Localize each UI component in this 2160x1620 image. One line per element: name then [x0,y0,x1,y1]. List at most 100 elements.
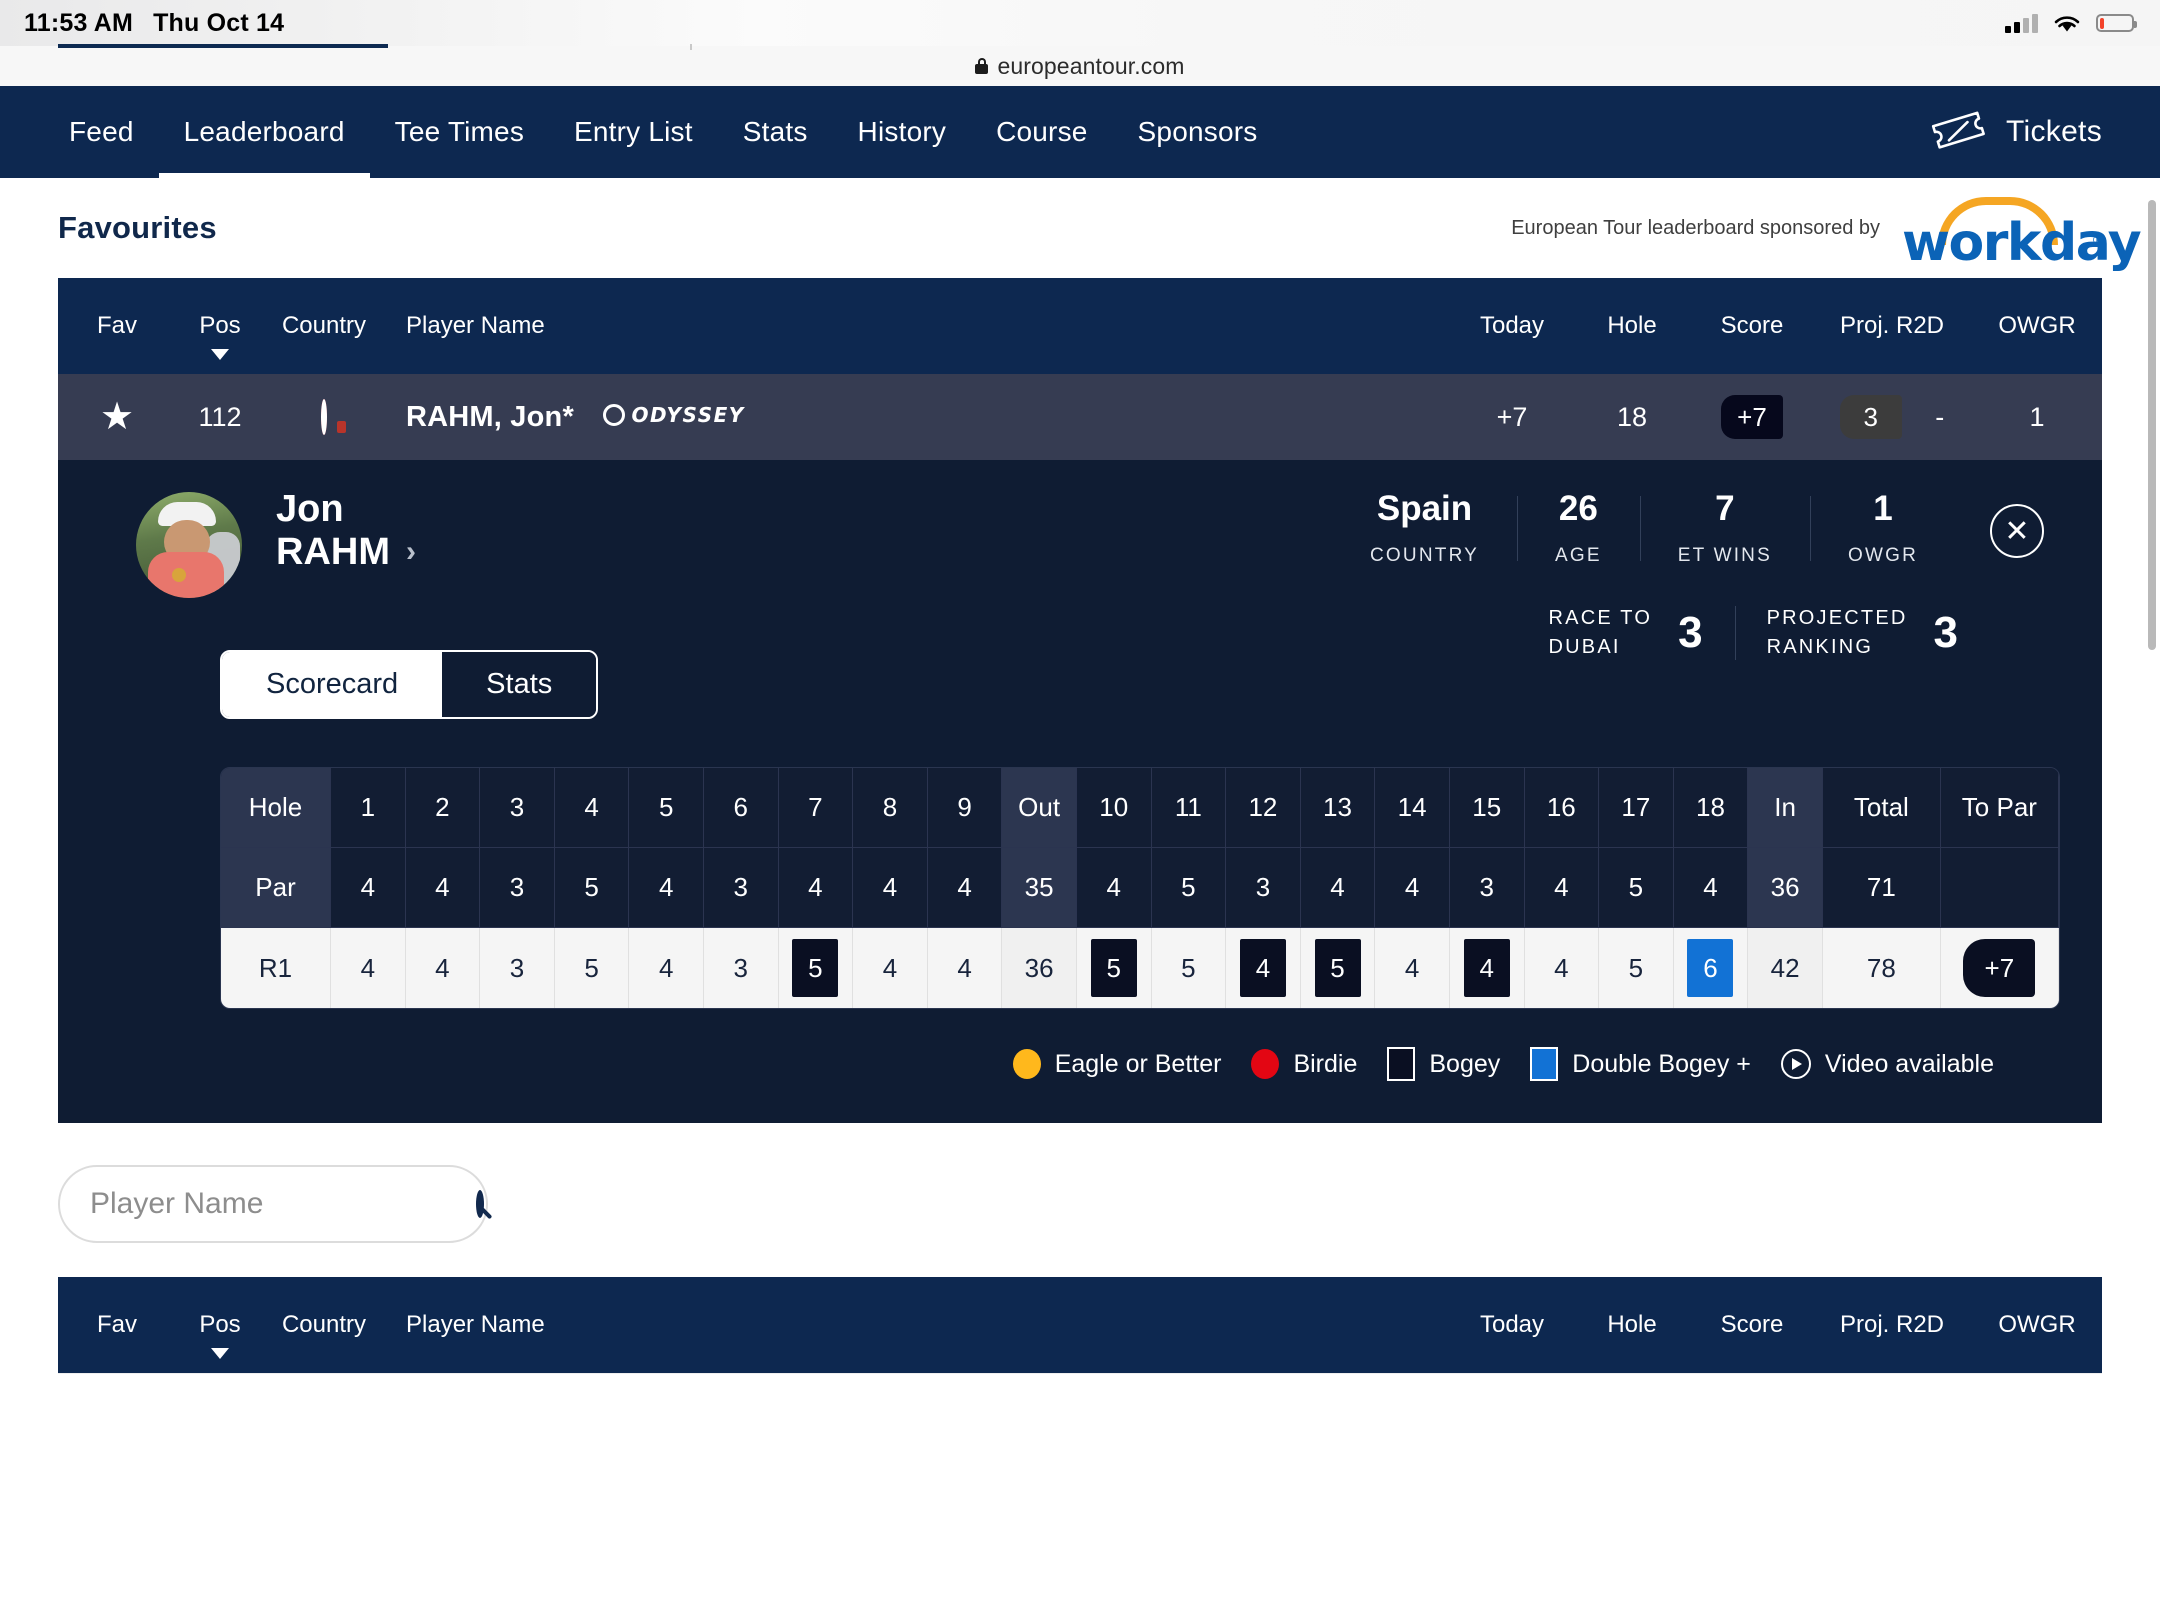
scorecard-stats-toggle: Scorecard Stats [220,650,599,719]
shirt-graphic [148,552,224,598]
favourite-star-button[interactable]: ★ [58,398,176,436]
nav-item-leaderboard[interactable]: Leaderboard [158,86,370,178]
scorecard-r1-cell[interactable]: 4 [1449,928,1525,1008]
scorecard-legend: Eagle or Better Birdie Bogey Double Boge… [58,1047,1994,1081]
tab-scorecard[interactable]: Scorecard [222,652,443,717]
header-country-2[interactable]: Country [264,1311,384,1339]
nav-item-tee-times[interactable]: Tee Times [370,86,549,178]
search-box[interactable] [58,1165,488,1243]
scorecard-r1-cell[interactable]: 5 [1599,928,1674,1008]
search-input[interactable] [90,1187,476,1221]
search-icon[interactable] [476,1190,484,1218]
scorecard-r1-cell[interactable]: 4 [1524,928,1600,1008]
nav-item-sponsors[interactable]: Sponsors [1113,86,1283,178]
rank-projected-ranking: PROJECTED RANKING 3 [1734,604,1990,662]
scorecard-r1-row: R1 4 4 3 5 4 3 5 4 4 36 5 5 4 5 4 4 4 5 6 42 78 +7 [221,928,2059,1008]
header-owgr-2[interactable]: OWGR [1972,1311,2102,1339]
header-fav[interactable]: Fav [58,312,176,340]
player-name-cell[interactable]: RAHM, Jon* ODYSSEY [384,401,1452,434]
scorecard-r1-cell[interactable]: 5 [554,928,630,1008]
scorecard-hole-cell: 9 [927,768,1003,848]
close-circle-icon[interactable]: ✕ [1990,504,2044,559]
bogey-marker: 5 [1314,939,1361,997]
rank-label-line1: RACE TO [1548,607,1653,629]
scorecard-r1-cell[interactable]: 4 [927,928,1003,1008]
scorecard-r1-cell[interactable]: 78 [1822,928,1941,1008]
rank-value: 3 [1933,608,1958,657]
next-row-peek [58,1373,2102,1413]
url-text: europeantour.com [997,52,1185,79]
star-filled-icon: ★ [99,396,135,438]
leaderboard-card: Fav Pos Country Player Name Today Hole S… [58,278,2102,1123]
scorecard-r1-cell[interactable]: 36 [1002,928,1077,1008]
scorecard-r1-cell[interactable]: 4 [331,928,406,1008]
stat-age: 26 AGE [1517,489,1640,567]
header-hole-2[interactable]: Hole [1572,1311,1692,1339]
scorecard-r1-cell[interactable]: 3 [703,928,779,1008]
scorecard-r1-cell[interactable]: 6 [1673,928,1749,1008]
nav-item-course[interactable]: Course [971,86,1112,178]
scorecard-par-cell: 4 [331,848,406,928]
leaderboard-header-row: Fav Pos Country Player Name Today Hole S… [58,278,2102,374]
header-proj-r2d[interactable]: Proj. R2D [1812,312,1972,340]
avatar [136,492,242,598]
scorecard-r1-cell[interactable]: 5 [1300,928,1376,1008]
header-proj-r2d-2[interactable]: Proj. R2D [1812,1311,1972,1339]
scorecard-par-cell: 3 [480,848,555,928]
scorecard-r1-cell[interactable]: 3 [480,928,555,1008]
scorecard-r1-cell[interactable]: 5 [1151,928,1227,1008]
stat-country: Spain COUNTRY [1332,489,1517,567]
nav-item-entry-list[interactable]: Entry List [549,86,718,178]
player-identity[interactable]: Jon RAHM › [276,488,416,573]
legend-bogey: Bogey [1387,1047,1500,1081]
header-country[interactable]: Country [264,312,384,340]
nav-label: Leaderboard [183,116,345,147]
active-tab-edge [58,44,388,48]
scorecard-r1-cell[interactable]: 4 [629,928,704,1008]
header-owgr[interactable]: OWGR [1972,312,2102,340]
scorecard-r1-cell[interactable]: 42 [1748,928,1823,1008]
stat-label: ET WINS [1677,544,1772,566]
proj-r2d-cell: 3 - [1812,395,1972,439]
header-today[interactable]: Today [1452,312,1572,340]
legend-label: Bogey [1429,1049,1501,1078]
header-today-2[interactable]: Today [1452,1311,1572,1339]
nav-item-stats[interactable]: Stats [718,86,833,178]
scorecard-r1-cell[interactable]: 4 [405,928,481,1008]
odyssey-wordmark: ODYSSEY [631,402,745,427]
scorecard-r1-cell[interactable]: 5 [778,928,854,1008]
nav-item-history[interactable]: History [833,86,972,178]
workday-wordmark: workday [1902,213,2142,273]
page-title: Favourites [58,210,217,245]
nav-item-feed[interactable]: Feed [44,86,159,178]
double-bogey-marker: 6 [1687,939,1734,997]
table-row[interactable]: ★ 112 RAHM, Jon* ODYSSEY +7 18 +7 3 - 1 [58,374,2102,460]
scorecard-r1-cell[interactable]: 4 [1375,928,1450,1008]
scorecard-r1-cell[interactable]: 4 [1226,928,1301,1008]
header-pos[interactable]: Pos [176,312,264,360]
tab-stats[interactable]: Stats [442,652,597,717]
browser-url-bar[interactable]: europeantour.com [0,44,2160,86]
legend-double-bogey: Double Bogey + [1530,1047,1751,1081]
header-fav-2[interactable]: Fav [58,1311,176,1339]
header-score[interactable]: Score [1692,312,1812,340]
header-score-2[interactable]: Score [1692,1311,1812,1339]
player-last-name-row[interactable]: RAHM › [276,531,416,574]
scorecard-par-cell: 4 [1300,848,1376,928]
scorecard-r1-cell[interactable]: +7 [1940,928,2059,1008]
tickets-button[interactable]: Tickets [1930,86,2102,178]
header-player-name[interactable]: Player Name [384,312,1452,340]
page-scrollbar[interactable] [2148,200,2156,650]
header-player-name-2[interactable]: Player Name [384,1311,1452,1339]
rank-label-line2: DUBAI [1548,636,1621,658]
header-pos-2[interactable]: Pos [176,1311,264,1359]
scorecard-par-cell: 4 [1076,848,1152,928]
bogey-marker: 4 [1239,939,1286,997]
scorecard-r1-cell[interactable]: 4 [853,928,928,1008]
bogey-marker: 5 [792,939,839,997]
header-hole[interactable]: Hole [1572,312,1692,340]
scorecard-r1-cell[interactable]: 5 [1076,928,1152,1008]
workday-logo[interactable]: workday ® [1902,197,2142,273]
header-pos-label-2: Pos [199,1311,241,1338]
scorecard-par-cell: 4 [927,848,1003,928]
